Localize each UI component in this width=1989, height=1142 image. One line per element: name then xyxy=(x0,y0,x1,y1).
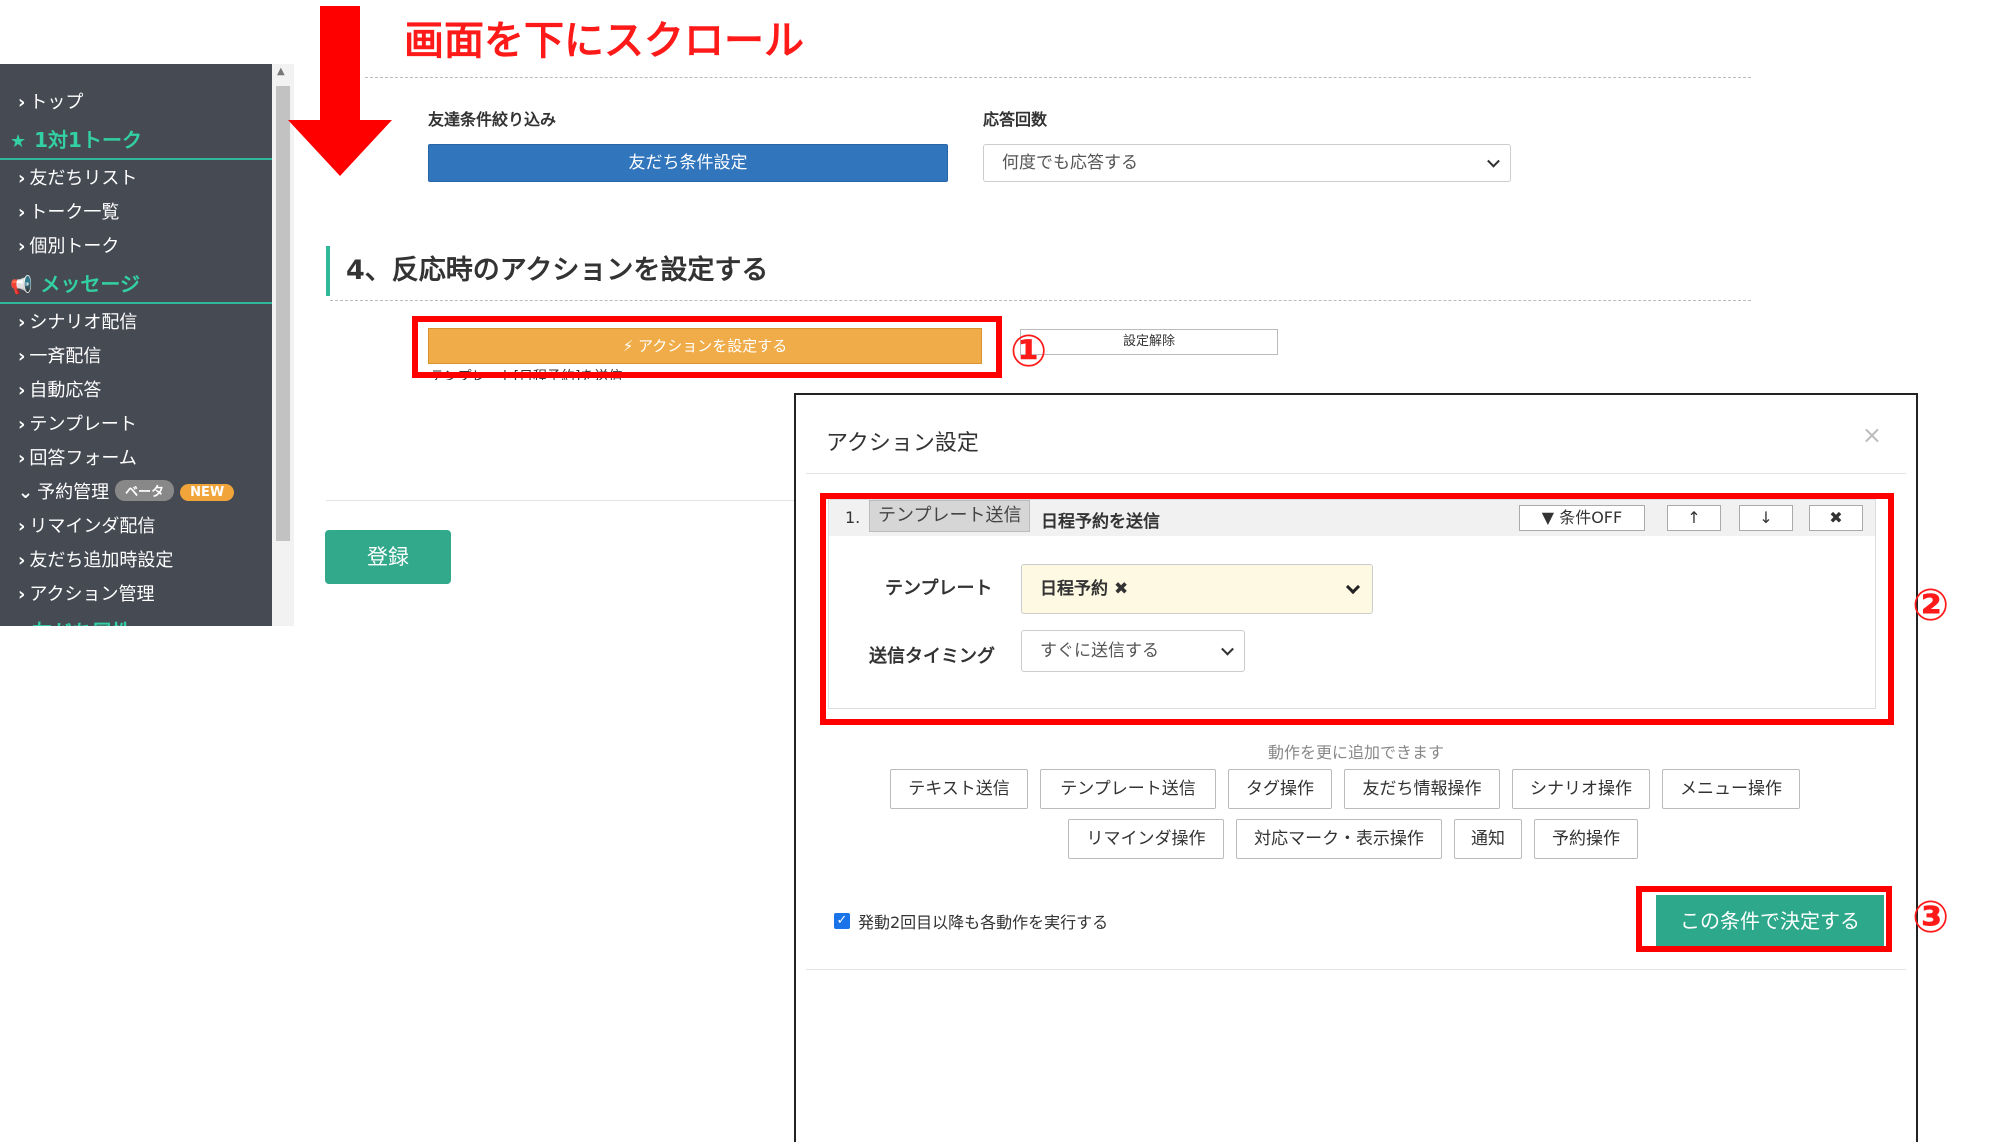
beta-badge: ベータ xyxy=(115,480,175,501)
close-icon[interactable]: × xyxy=(1862,421,1882,449)
star-icon: ★ xyxy=(10,131,27,152)
sidebar-item-label: 個別トーク xyxy=(29,236,120,257)
divider xyxy=(330,300,1751,301)
add-reservation-operation-button[interactable]: 予約操作 xyxy=(1534,819,1638,859)
sidebar-section-label: 1対1トーク xyxy=(34,128,142,152)
highlight-box-2 xyxy=(820,493,1894,725)
sidebar-item-label: リマインダ配信 xyxy=(29,516,156,537)
sidebar-section-15[interactable]: ▼ 友だち属性 xyxy=(0,614,272,626)
step-number-2: ② xyxy=(1912,580,1950,631)
filter-icon: ▼ xyxy=(10,623,24,626)
sidebar-section-label: 友だち属性 xyxy=(32,620,132,626)
sidebar-item-13[interactable]: 友だち追加時設定 xyxy=(18,546,173,572)
sidebar-item-label: 友だち追加時設定 xyxy=(29,550,174,571)
sidebar-item-label: シナリオ配信 xyxy=(29,312,138,333)
sidebar-item-label: 友だちリスト xyxy=(29,168,138,189)
new-badge: NEW xyxy=(180,484,235,501)
add-menu-operation-button[interactable]: メニュー操作 xyxy=(1662,769,1800,809)
repeat-checkbox-label: 発動2回目以降も各動作を実行する xyxy=(858,913,1109,932)
reply-count-label: 応答回数 xyxy=(983,110,1048,129)
sidebar-item-0[interactable]: トップ xyxy=(18,88,83,114)
register-button[interactable]: 登録 xyxy=(325,530,451,584)
megaphone-icon: 📢 xyxy=(10,275,33,296)
modal-title: アクション設定 xyxy=(826,431,979,456)
add-tag-operation-button[interactable]: タグ操作 xyxy=(1228,769,1332,809)
add-reminder-operation-button[interactable]: リマインダ操作 xyxy=(1068,819,1224,859)
sidebar-item-11[interactable]: 予約管理ベータ NEW xyxy=(18,478,235,504)
divider xyxy=(326,500,796,501)
reply-count-select[interactable]: 何度でも応答する xyxy=(983,144,1511,182)
sidebar-item-label: 一斉配信 xyxy=(29,346,102,367)
add-notification-button[interactable]: 通知 xyxy=(1454,819,1522,859)
friend-condition-button[interactable]: 友だち条件設定 xyxy=(428,144,948,182)
sidebar-item-7[interactable]: 一斉配信 xyxy=(18,342,101,368)
repeat-checkbox[interactable]: ✓ xyxy=(834,913,850,929)
sidebar-item-6[interactable]: シナリオ配信 xyxy=(18,308,137,334)
sidebar-item-label: 回答フォーム xyxy=(29,448,137,469)
scroll-up-icon[interactable]: ▲ xyxy=(277,66,285,77)
sidebar: トップ★ 1対1トーク友だちリストトーク一覧個別トーク 📢 メッセージシナリオ配信一斉… xyxy=(0,64,272,626)
sidebar-item-4[interactable]: 個別トーク xyxy=(18,232,119,258)
sidebar-section-label: メッセージ xyxy=(40,272,141,296)
sidebar-item-label: 自動応答 xyxy=(29,380,102,401)
clear-setting-button[interactable]: 設定解除 xyxy=(1020,329,1278,355)
add-template-send-button[interactable]: テンプレート送信 xyxy=(1040,769,1216,809)
add-action-note: 動作を更に追加できます xyxy=(1267,743,1444,762)
sidebar-item-label: トップ xyxy=(29,92,84,113)
sidebar-item-3[interactable]: トーク一覧 xyxy=(18,198,119,224)
sidebar-section-1[interactable]: ★ 1対1トーク xyxy=(0,122,272,160)
sidebar-item-12[interactable]: リマインダ配信 xyxy=(18,512,155,538)
highlight-box-3 xyxy=(1636,886,1892,952)
sidebar-item-label: トーク一覧 xyxy=(29,202,120,223)
sidebar-item-10[interactable]: 回答フォーム xyxy=(18,444,137,470)
divider xyxy=(806,473,1906,474)
step-number-1: ① xyxy=(1010,326,1048,377)
divider xyxy=(365,77,1751,78)
sidebar-item-label: アクション管理 xyxy=(29,584,155,605)
sidebar-item-label: テンプレート xyxy=(29,414,137,435)
step-number-3: ③ xyxy=(1912,892,1950,943)
sidebar-item-9[interactable]: テンプレート xyxy=(18,410,137,436)
scroll-instruction: 画面を下にスクロール xyxy=(404,18,804,64)
friend-filter-label: 友達条件絞り込み xyxy=(428,110,557,129)
reply-count-value: 何度でも応答する xyxy=(1002,153,1138,173)
add-friend-info-button[interactable]: 友だち情報操作 xyxy=(1344,769,1500,809)
scroll-down-arrow-icon xyxy=(288,6,392,176)
sidebar-item-2[interactable]: 友だちリスト xyxy=(18,164,137,190)
sidebar-item-label: 予約管理 xyxy=(37,482,110,503)
chevron-down-icon xyxy=(1487,154,1500,168)
highlight-box-1 xyxy=(412,316,1002,378)
sidebar-item-8[interactable]: 自動応答 xyxy=(18,376,101,402)
divider xyxy=(806,969,1906,970)
section-title: 4、反応時のアクションを設定する xyxy=(326,246,768,296)
sidebar-item-14[interactable]: アクション管理 xyxy=(18,580,155,606)
add-mark-display-button[interactable]: 対応マーク・表示操作 xyxy=(1236,819,1442,859)
add-scenario-operation-button[interactable]: シナリオ操作 xyxy=(1512,769,1650,809)
sidebar-section-5[interactable]: 📢 メッセージ xyxy=(0,266,272,304)
add-text-send-button[interactable]: テキスト送信 xyxy=(890,769,1028,809)
